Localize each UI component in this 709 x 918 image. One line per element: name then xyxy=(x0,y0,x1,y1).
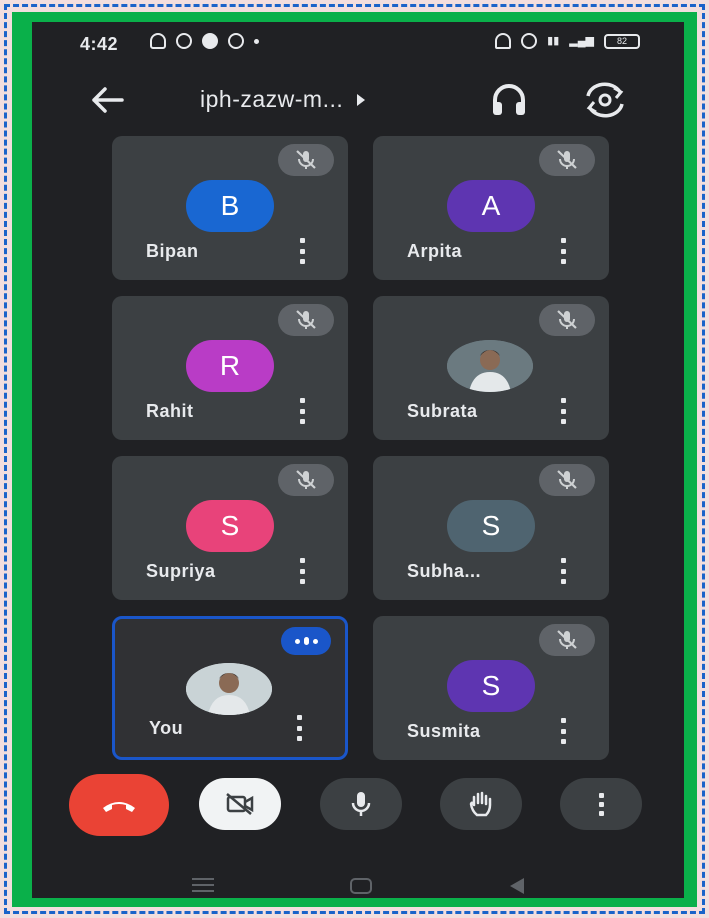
avatar: S xyxy=(447,500,535,552)
status-time: 4:42 xyxy=(80,34,119,54)
status-bar: 4:42 ▮▮ ▂▄▆ 82 xyxy=(32,22,684,64)
more-vert-icon[interactable] xyxy=(557,398,569,424)
messenger-icon xyxy=(228,33,244,49)
more-vert-icon[interactable] xyxy=(557,238,569,264)
meeting-top-bar: iph-zazw-m... xyxy=(32,74,684,124)
play-arrow-icon xyxy=(357,93,366,106)
call-controls xyxy=(32,774,684,848)
participant-name: Rahit xyxy=(146,401,194,421)
more-vert-icon xyxy=(598,792,604,816)
meeting-code: iph-zazw-m... xyxy=(200,86,344,112)
participant-name: Susmita xyxy=(407,721,481,741)
participant-tile[interactable]: S Subha... xyxy=(373,456,609,600)
more-vert-icon[interactable] xyxy=(296,398,308,424)
dot-icon xyxy=(254,38,259,44)
participant-tile[interactable]: You xyxy=(112,616,348,760)
cloud-icon xyxy=(150,33,166,49)
avatar xyxy=(186,663,272,715)
microphone-button[interactable] xyxy=(320,778,402,830)
back-button[interactable] xyxy=(88,82,128,118)
meeting-code-button[interactable]: iph-zazw-m... xyxy=(200,86,366,113)
participant-name: You xyxy=(149,718,184,738)
system-icons: ▮▮ ▂▄▆ 82 xyxy=(495,33,640,49)
mic-off-icon xyxy=(278,464,334,496)
battery-icon: 82 xyxy=(604,33,640,49)
participant-tile[interactable]: B Bipan xyxy=(112,136,348,280)
participant-name: Bipan xyxy=(146,241,199,261)
phone-icon xyxy=(202,33,218,49)
avatar xyxy=(447,340,533,392)
volte-icon: ▮▮ xyxy=(547,34,560,47)
more-vert-icon[interactable] xyxy=(296,558,308,584)
camera-toggle-button[interactable] xyxy=(199,778,281,830)
participant-name: Arpita xyxy=(407,241,463,261)
switch-camera-button[interactable] xyxy=(582,80,628,120)
more-vert-icon[interactable] xyxy=(557,718,569,744)
audio-output-button[interactable] xyxy=(488,80,530,120)
phone-screen: 4:42 ▮▮ ▂▄▆ 82 iph-zazw-m... B Bipan A A… xyxy=(32,22,684,898)
participant-name: Subrata xyxy=(407,401,478,421)
mic-off-icon xyxy=(539,304,595,336)
raise-hand-button[interactable] xyxy=(440,778,522,830)
avatar: R xyxy=(186,340,274,392)
participant-tile[interactable]: S Supriya xyxy=(112,456,348,600)
more-vert-icon[interactable] xyxy=(557,558,569,584)
avatar: B xyxy=(186,180,274,232)
end-call-button[interactable] xyxy=(69,774,169,836)
avatar: S xyxy=(186,500,274,552)
flip-camera-icon xyxy=(586,82,624,118)
raise-hand-icon xyxy=(469,791,492,817)
recents-button[interactable] xyxy=(192,878,214,892)
microphone-icon xyxy=(351,792,371,816)
signal-icon: ▂▄▆ xyxy=(569,34,594,47)
headphones-icon xyxy=(493,84,525,115)
avatar: S xyxy=(447,660,535,712)
headset-icon xyxy=(495,33,512,49)
participant-tile[interactable]: R Rahit xyxy=(112,296,348,440)
mic-off-icon xyxy=(278,304,334,336)
arrow-left-icon xyxy=(92,87,124,113)
more-options-button[interactable] xyxy=(560,778,642,830)
more-vert-icon[interactable] xyxy=(293,715,305,741)
android-nav-bar xyxy=(32,870,684,898)
home-button[interactable] xyxy=(350,878,372,894)
alarm-icon xyxy=(521,33,538,49)
mic-off-icon xyxy=(539,144,595,176)
mic-off-icon xyxy=(539,464,595,496)
participant-tile[interactable]: A Arpita xyxy=(373,136,609,280)
nav-back-button[interactable] xyxy=(510,878,524,894)
notification-icons xyxy=(150,33,259,49)
participant-tile[interactable]: S Susmita xyxy=(373,616,609,760)
participant-name: Supriya xyxy=(146,561,216,581)
camera-off-icon xyxy=(226,793,254,815)
speaking-indicator-icon xyxy=(281,627,331,655)
participant-tile[interactable]: Subrata xyxy=(373,296,609,440)
avatar: A xyxy=(447,180,535,232)
mic-off-icon xyxy=(539,624,595,656)
participant-name: Subha... xyxy=(407,561,482,581)
whatsapp-icon xyxy=(176,33,192,49)
more-vert-icon[interactable] xyxy=(296,238,308,264)
end-call-icon xyxy=(103,802,135,812)
mic-off-icon xyxy=(278,144,334,176)
